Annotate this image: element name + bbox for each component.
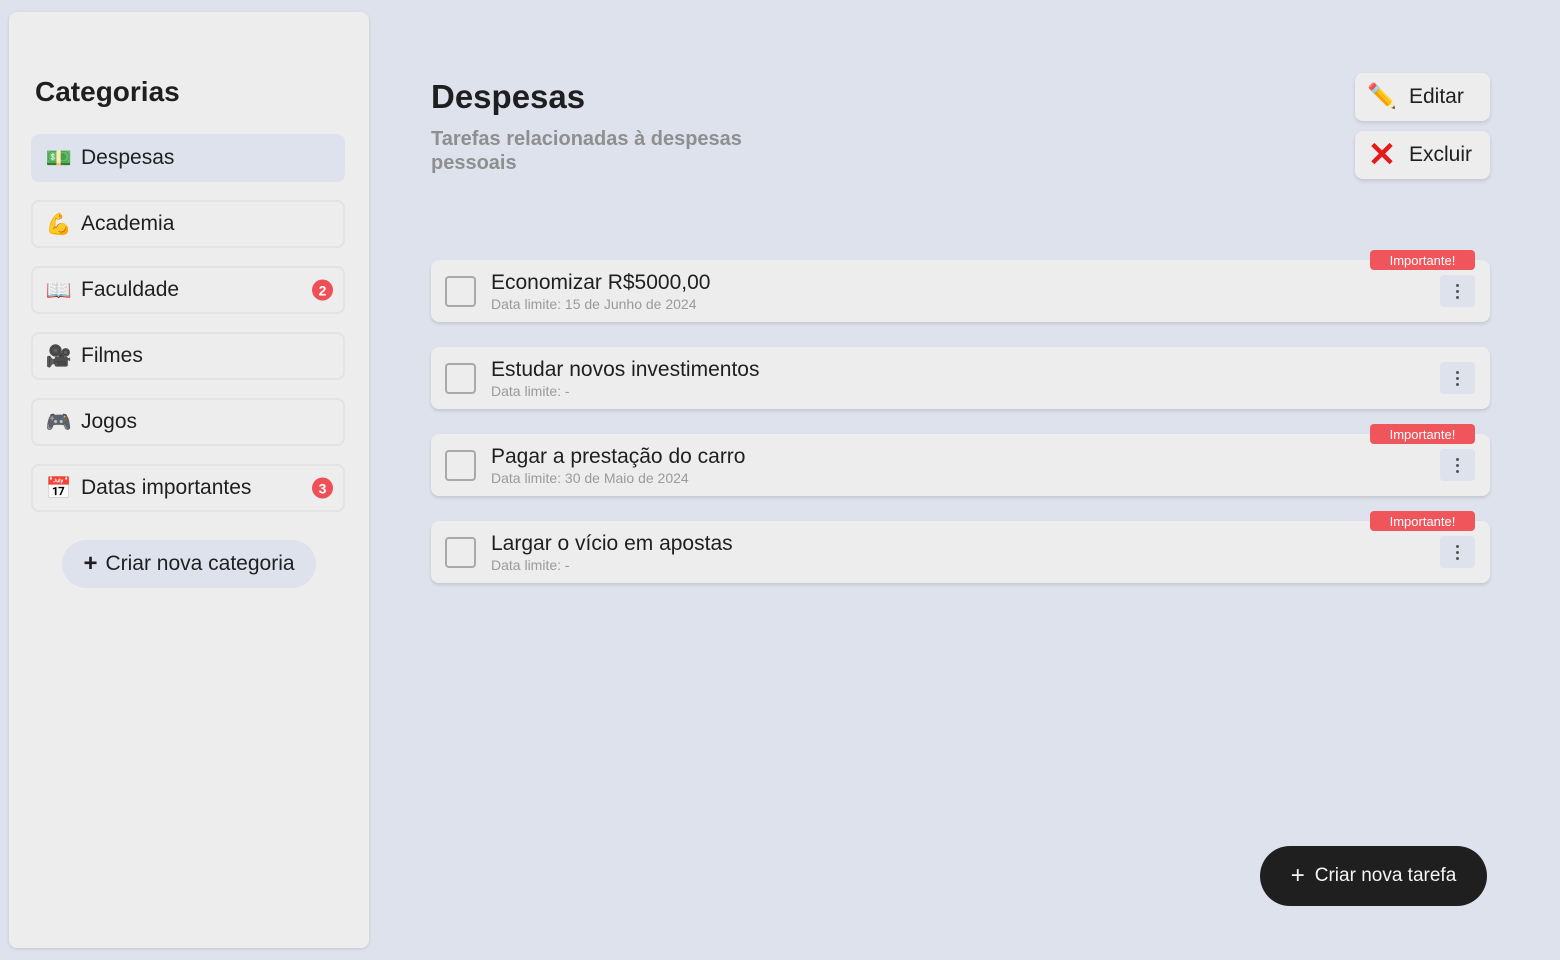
important-tag: Importante! (1370, 250, 1475, 270)
category-label: Filmes (81, 344, 143, 367)
game-controller-icon: 🎮 (45, 410, 73, 434)
create-task-label: Criar nova tarefa (1314, 865, 1457, 886)
sidebar-title: Categorias (35, 76, 180, 107)
money-icon: 💵 (45, 146, 73, 170)
task-item[interactable]: Pagar a prestação do carro Data limite: … (431, 424, 1490, 496)
task-title: Largar o vício em apostas (491, 532, 733, 555)
task-due-date: Data limite: 15 de Junho de 2024 (491, 296, 697, 312)
red-x-icon: ✕ (1367, 136, 1397, 174)
flexed-biceps-icon: 💪 (45, 212, 73, 236)
task-due-date: Data limite: - (491, 557, 570, 573)
kebab-dot (1456, 295, 1459, 299)
movie-camera-icon: 🎥 (45, 344, 73, 368)
category-list: 💵 Despesas 💪 Academia 📖 Faculdade 2 🎥 Fi… (31, 134, 345, 530)
kebab-dot (1456, 376, 1459, 380)
kebab-menu-icon (1456, 370, 1459, 374)
category-item-jogos[interactable]: 🎮 Jogos (31, 398, 345, 446)
task-title: Estudar novos investimentos (491, 358, 760, 381)
kebab-dot (1456, 382, 1459, 386)
category-item-datas-importantes[interactable]: 📅 Datas importantes 3 (31, 464, 345, 512)
page-subtitle: Tarefas relacionadas à despesas pessoais (431, 128, 742, 174)
kebab-menu-icon (1456, 544, 1459, 548)
create-category-label: Criar nova categoria (105, 552, 295, 575)
calendar-icon: 📅 (45, 476, 73, 500)
edit-label: Editar (1409, 85, 1464, 108)
open-book-icon: 📖 (45, 278, 73, 302)
plus-icon: + (1290, 862, 1305, 889)
task-options-button[interactable] (1440, 449, 1475, 481)
delete-button[interactable]: ✕ Excluir (1355, 131, 1490, 179)
kebab-dot (1456, 463, 1459, 467)
page-title: Despesas (431, 78, 586, 115)
important-tag: Importante! (1370, 424, 1475, 444)
category-label: Datas importantes (81, 476, 252, 499)
task-title: Pagar a prestação do carro (491, 445, 746, 468)
task-checkbox[interactable] (445, 276, 476, 307)
kebab-dot (1456, 289, 1459, 293)
task-item[interactable]: Estudar novos investimentos Data limite:… (431, 347, 1490, 409)
important-tag: Importante! (1370, 511, 1475, 531)
create-category-button[interactable]: + Criar nova categoria (62, 540, 316, 588)
category-label: Jogos (81, 410, 138, 433)
task-title: Economizar R$5000,00 (491, 271, 711, 294)
kebab-menu-icon (1456, 283, 1459, 287)
kebab-dot (1456, 556, 1459, 560)
kebab-dot (1456, 469, 1459, 473)
task-item[interactable]: Largar o vício em apostas Data limite: -… (431, 511, 1490, 583)
task-due-date: Data limite: 30 de Maio de 2024 (491, 470, 689, 486)
task-checkbox[interactable] (445, 450, 476, 481)
category-count-badge: 2 (312, 279, 333, 301)
category-item-faculdade[interactable]: 📖 Faculdade 2 (31, 266, 345, 314)
delete-label: Excluir (1409, 143, 1473, 166)
category-label: Faculdade (81, 278, 180, 301)
sidebar: Categorias 💵 Despesas 💪 Academia 📖 Facul… (9, 12, 369, 948)
kebab-menu-icon (1456, 457, 1459, 461)
task-due-date: Data limite: - (491, 383, 570, 399)
task-options-button[interactable] (1440, 275, 1475, 307)
category-item-despesas[interactable]: 💵 Despesas (31, 134, 345, 182)
category-label: Academia (81, 212, 175, 235)
task-item[interactable]: Economizar R$5000,00 Data limite: 15 de … (431, 250, 1490, 322)
category-label: Despesas (81, 146, 175, 169)
category-item-academia[interactable]: 💪 Academia (31, 200, 345, 248)
create-task-button[interactable]: + Criar nova tarefa (1260, 846, 1487, 906)
task-options-button[interactable] (1440, 362, 1475, 394)
category-item-filmes[interactable]: 🎥 Filmes (31, 332, 345, 380)
task-checkbox[interactable] (445, 537, 476, 568)
task-options-button[interactable] (1440, 536, 1475, 568)
category-count-badge: 3 (312, 477, 333, 499)
kebab-dot (1456, 550, 1459, 554)
task-checkbox[interactable] (445, 363, 476, 394)
edit-button[interactable]: ✏️ Editar (1355, 73, 1490, 121)
plus-icon: + (83, 550, 98, 577)
pencil-icon: ✏️ (1367, 83, 1397, 110)
